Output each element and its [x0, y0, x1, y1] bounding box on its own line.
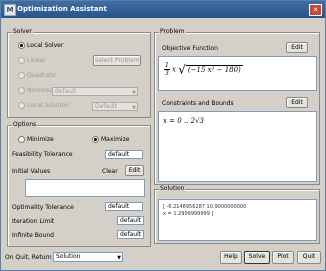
iteration-limit-input[interactable]: default	[117, 216, 144, 225]
on-quit-return-select[interactable]: Solution ▼	[53, 252, 123, 262]
minimize-radio[interactable]	[18, 136, 25, 143]
initial-values-label: Initial Values	[12, 168, 51, 175]
solver-option-quadratic-label: Quadratic	[27, 72, 57, 79]
solution-display: [ -6.2148956287 10.9000000000 x = 1.2999…	[158, 199, 317, 241]
maximize-radio[interactable]	[92, 136, 99, 143]
solver-radio-local[interactable]	[18, 42, 25, 49]
window-title: Optimization Assistant	[17, 5, 107, 13]
nonlinear-method-value: default	[55, 88, 77, 95]
nonlinear-method-select[interactable]: default ▼	[52, 87, 138, 96]
solve-button[interactable]: Solve	[244, 251, 270, 264]
solution-line-2: x = 1.2999999999 ]	[163, 211, 214, 217]
app-icon: M	[4, 4, 16, 16]
chevron-down-icon: ▼	[117, 255, 121, 261]
on-quit-return-label: On Quit, Return	[5, 254, 52, 261]
solver-radio-linear[interactable]	[18, 57, 25, 64]
optimality-tolerance-input[interactable]: default	[105, 202, 143, 211]
infinite-bound-label: Infinite Bound	[12, 232, 54, 239]
solver-option-local-solution-label: Local Solution	[27, 102, 69, 109]
close-icon[interactable]: ✕	[309, 4, 322, 16]
solution-group-label: Solution	[159, 185, 186, 192]
maximize-label: Maximize	[101, 136, 130, 143]
infinite-bound-input[interactable]: default	[117, 230, 144, 239]
edit-initial-values-button[interactable]: Edit	[125, 165, 144, 176]
optimality-tolerance-label: Optimality Tolerance	[12, 204, 74, 211]
iteration-limit-label: Iteration Limit	[12, 218, 55, 225]
on-quit-return-value: Solution	[56, 253, 81, 260]
select-problem-button[interactable]: Select Problem	[93, 55, 141, 66]
objective-formula: 13 x √ (−15 x² − 180)	[164, 62, 243, 77]
solver-radio-quadratic[interactable]	[18, 72, 25, 79]
options-group-label: Options	[12, 121, 38, 128]
edit-objective-button[interactable]: Edit	[286, 42, 308, 53]
constraints-bounds-label: Constraints and Bounds	[162, 100, 234, 107]
solution-group: Solution [ -6.2148956287 10.9000000000 x…	[154, 185, 320, 244]
title-bar: M Optimization Assistant ✕	[1, 1, 325, 18]
solver-group: Solver Local Solver Linear Select Proble…	[7, 28, 151, 118]
objective-function-label: Objective Function	[162, 45, 218, 52]
solver-option-linear-label: Linear	[27, 57, 46, 64]
feasibility-tolerance-label: Feasibility Tolerance	[12, 151, 73, 158]
minimize-label: Minimize	[27, 136, 54, 143]
quit-button[interactable]: Quit	[297, 251, 321, 264]
solver-radio-nonlinear[interactable]	[18, 87, 25, 94]
constraints-display: x = 0 .. 2√3	[158, 111, 317, 182]
problem-group: Problem Objective Function Edit 13 x √ (−…	[154, 28, 320, 185]
constraints-formula: x = 0 .. 2√3	[163, 117, 204, 125]
initial-values-field[interactable]	[25, 179, 145, 197]
plot-button[interactable]: Plot	[272, 251, 294, 264]
edit-constraints-button[interactable]: Edit	[286, 97, 308, 108]
local-solution-value: Default	[95, 103, 117, 110]
optimization-assistant-window: M Optimization Assistant ✕ Solver Local …	[0, 0, 326, 271]
chevron-down-icon: ▼	[132, 105, 136, 111]
feasibility-tolerance-input[interactable]: default	[105, 150, 143, 159]
chevron-down-icon: ▼	[132, 90, 136, 96]
help-button[interactable]: Help	[220, 251, 242, 264]
local-solution-select[interactable]: Default ▼	[92, 102, 138, 111]
solver-group-label: Solver	[12, 28, 33, 35]
problem-group-label: Problem	[159, 28, 186, 35]
solver-radio-local-solution[interactable]	[18, 102, 25, 109]
solution-line-1: [ -6.2148956287 10.9000000000	[163, 204, 247, 210]
clear-initial-values-button[interactable]: Clear	[102, 168, 118, 175]
solver-option-local-label: Local Solver	[27, 42, 64, 49]
options-group: Options Minimize Maximize Feasibility To…	[7, 121, 151, 247]
objective-function-display: 13 x √ (−15 x² − 180)	[158, 56, 317, 91]
